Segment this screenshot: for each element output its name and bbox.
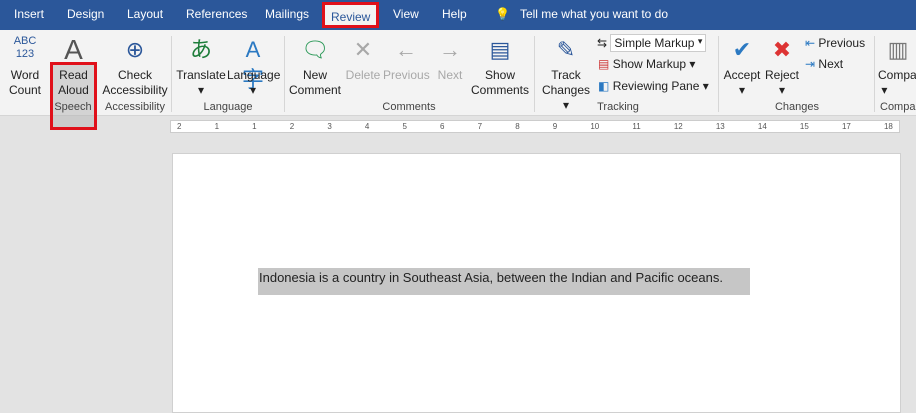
ruler-tick-label: 14 <box>757 122 767 131</box>
language-button[interactable]: A字 Language ▾ <box>227 35 280 98</box>
compare-icon: ▥ <box>887 37 909 62</box>
ruler-tick-label: 15 <box>799 122 809 131</box>
show-comments-button[interactable]: ▤ Show Comments <box>470 35 530 98</box>
ruler-tick-label: 17 <box>841 122 851 131</box>
group-speech: Speech <box>54 101 92 113</box>
ruler-tick-label: 2 <box>289 122 295 131</box>
next-comment-icon: → <box>439 37 461 62</box>
ribbon: ABC 123 Word Count A Read Aloud ⊕ Check Accessi… <box>0 30 916 130</box>
read-aloud-icon: A <box>64 34 83 65</box>
previous-comment-button[interactable]: ← Previous <box>383 35 430 83</box>
previous-change-icon: ⇤ <box>805 36 816 50</box>
compare-button[interactable]: ▥ Compa ▾ <box>878 35 916 98</box>
previous-change-button[interactable]: ⇤ Previous <box>805 36 865 50</box>
selected-paragraph[interactable]: Indonesia is a country in Southeast Asia… <box>258 268 750 295</box>
tab-help[interactable]: Help <box>442 7 467 21</box>
read-aloud-button[interactable]: A Read Aloud <box>53 35 94 98</box>
ruler-tick-label: 8 <box>515 122 520 131</box>
ruler-tick-label: 1 <box>252 122 257 131</box>
ruler-tick-label: 7 <box>477 122 483 131</box>
tab-mailings[interactable]: Mailings <box>265 7 309 21</box>
translate-button[interactable]: あ Translate ▾ <box>176 35 226 98</box>
tab-view[interactable]: View <box>393 7 419 21</box>
translate-icon: あ <box>189 37 212 62</box>
markup-icon: ⇆ <box>597 36 608 50</box>
tab-review[interactable]: Review <box>322 2 380 28</box>
tell-me-search[interactable]: 💡 Tell me what you want to do <box>495 7 668 21</box>
track-changes-icon: ✎ <box>556 37 576 62</box>
ruler-tick-label: 13 <box>715 122 725 131</box>
language-icon: A字 <box>241 37 264 92</box>
group-language: Language <box>203 101 253 113</box>
abc-123-icon: ABC 123 <box>13 35 37 60</box>
group-comments: Comments <box>382 101 436 113</box>
accept-button[interactable]: ✔ Accept ▾ <box>722 35 762 98</box>
show-markup-button[interactable]: ▤ Show Markup ▾ <box>598 57 695 71</box>
new-comment-button[interactable]: 🗨 New Comment <box>289 35 341 98</box>
next-change-icon: ⇥ <box>805 57 816 71</box>
delete-comment-icon: ✕ <box>353 37 373 62</box>
delete-comment-button[interactable]: ✕ Delete <box>344 35 382 83</box>
reject-button[interactable]: ✖ Reject ▾ <box>764 35 800 98</box>
show-markup-icon: ▤ <box>598 57 610 71</box>
ruler-tick-label: 1 <box>214 122 220 131</box>
markup-select[interactable]: ⇆ Simple Markup ▾ <box>597 34 707 52</box>
ruler-tick-label: 9 <box>552 122 558 131</box>
reviewing-pane-button[interactable]: ◧ Reviewing Pane ▾ <box>598 79 709 93</box>
show-comments-icon: ▤ <box>489 37 511 62</box>
check-accessibility-button[interactable]: ⊕ Check Accessibility <box>102 35 168 98</box>
tab-design[interactable]: Design <box>67 7 104 21</box>
previous-comment-icon: ← <box>395 37 417 62</box>
lightbulb-icon: 💡 <box>495 7 510 21</box>
next-comment-button[interactable]: → Next <box>433 35 467 83</box>
tab-layout[interactable]: Layout <box>127 7 163 21</box>
group-compare: Compa <box>880 101 916 113</box>
accept-icon: ✔ <box>732 37 752 62</box>
horizontal-ruler[interactable]: 2 1 1 2 3 4 5 6 7 8 9 10 11 12 13 14 15 17 18 <box>170 120 900 133</box>
group-tracking: Tracking <box>597 101 639 113</box>
ruler-tick-label: 11 <box>632 122 641 131</box>
tab-references[interactable]: References <box>186 7 247 21</box>
ribbon-tabs: Insert Design Layout References Mailings… <box>0 0 916 30</box>
ruler-tick-label: 6 <box>440 122 445 131</box>
next-change-button[interactable]: ⇥ Next <box>805 57 843 71</box>
reject-icon: ✖ <box>772 37 792 62</box>
ruler-tick-label: 10 <box>590 122 600 131</box>
ruler-tick-label: 18 <box>883 122 893 131</box>
group-accessibility: Accessibility <box>105 101 165 113</box>
ruler-tick-label: 2 <box>177 122 182 131</box>
reviewing-pane-icon: ◧ <box>598 79 610 93</box>
word-count-button[interactable]: ABC 123 Word Count <box>4 35 46 98</box>
ruler-tick-label: 4 <box>364 122 370 131</box>
ruler-tick-label: 5 <box>402 122 407 131</box>
ruler-tick-label: 3 <box>327 122 332 131</box>
ruler-tick-label: 12 <box>673 122 683 131</box>
new-comment-icon: 🗨 <box>301 37 329 62</box>
accessibility-icon: ⊕ <box>125 37 145 62</box>
tab-insert[interactable]: Insert <box>14 7 44 21</box>
group-changes: Changes <box>774 101 820 113</box>
